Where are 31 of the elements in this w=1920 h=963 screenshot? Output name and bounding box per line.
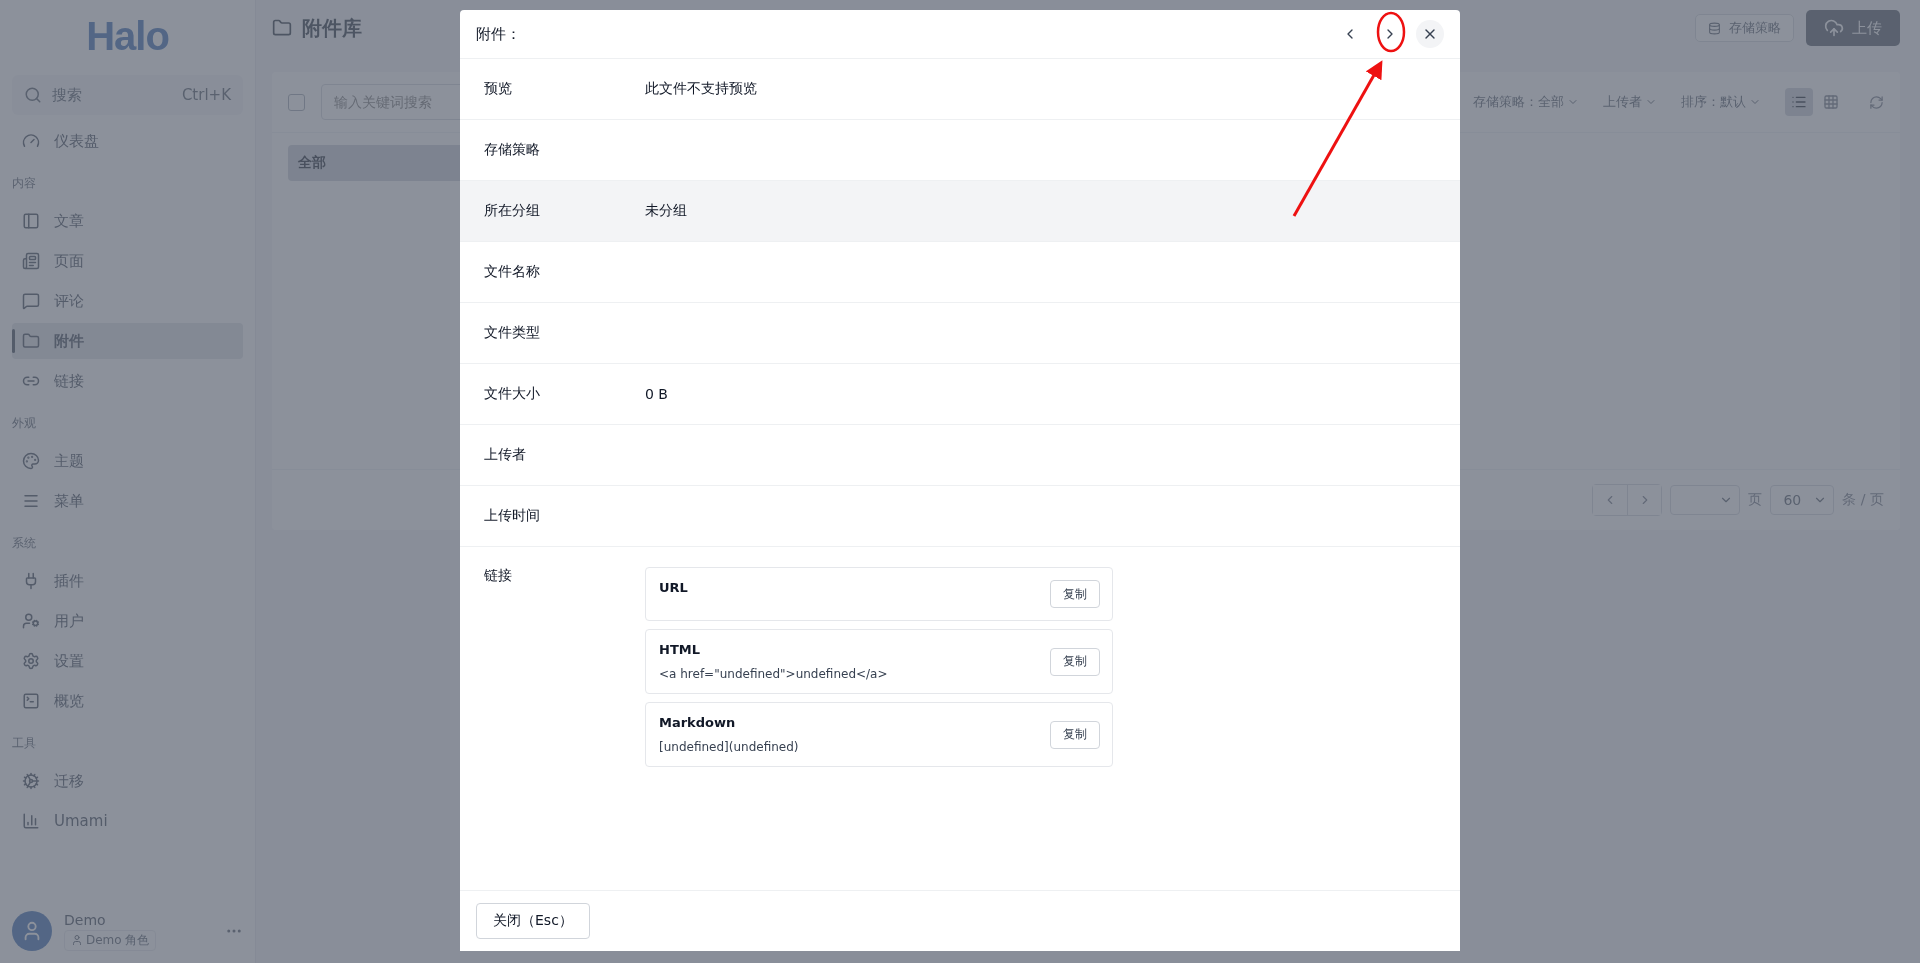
field-value: 0 B xyxy=(645,386,668,402)
link-value: [undefined](undefined) xyxy=(659,740,799,754)
copy-button[interactable]: 复制 xyxy=(1050,720,1100,749)
nav-label: 菜单 xyxy=(54,491,84,511)
close-button[interactable] xyxy=(1416,20,1444,48)
field-label: 文件类型 xyxy=(484,324,541,342)
user-name: Demo xyxy=(64,911,107,928)
field-label: 文件名称 xyxy=(484,263,541,281)
close-dialog-button[interactable]: 关闭（Esc） xyxy=(476,903,590,939)
nav-label: Umami xyxy=(54,812,108,830)
nav-label: 文章 xyxy=(54,211,84,231)
field-label: 所在分组 xyxy=(484,202,541,220)
field-label: 存储策略 xyxy=(484,141,541,159)
link-title: HTML xyxy=(659,642,701,657)
field-value: 未分组 xyxy=(645,202,687,220)
field-value: 此文件不支持预览 xyxy=(645,80,757,98)
field-label: 预览 xyxy=(484,80,513,98)
logo: Halo xyxy=(85,13,170,60)
field-label: 链接 xyxy=(484,567,513,585)
nav-label: 评论 xyxy=(54,291,84,311)
link-value: <a href="undefined">undefined</a> xyxy=(659,667,888,681)
field-label: 上传者 xyxy=(484,446,527,464)
field-label: 上传时间 xyxy=(484,507,541,525)
page-title-text: 附件库 xyxy=(302,14,362,42)
field-label: 文件大小 xyxy=(484,385,541,403)
dialog-title: 附件： xyxy=(476,24,522,44)
annotation-circle xyxy=(1376,11,1406,53)
link-title: Markdown xyxy=(659,715,737,730)
copy-button[interactable]: 复制 xyxy=(1050,647,1100,676)
link-title: URL xyxy=(659,580,688,595)
copy-button[interactable]: 复制 xyxy=(1050,580,1100,608)
